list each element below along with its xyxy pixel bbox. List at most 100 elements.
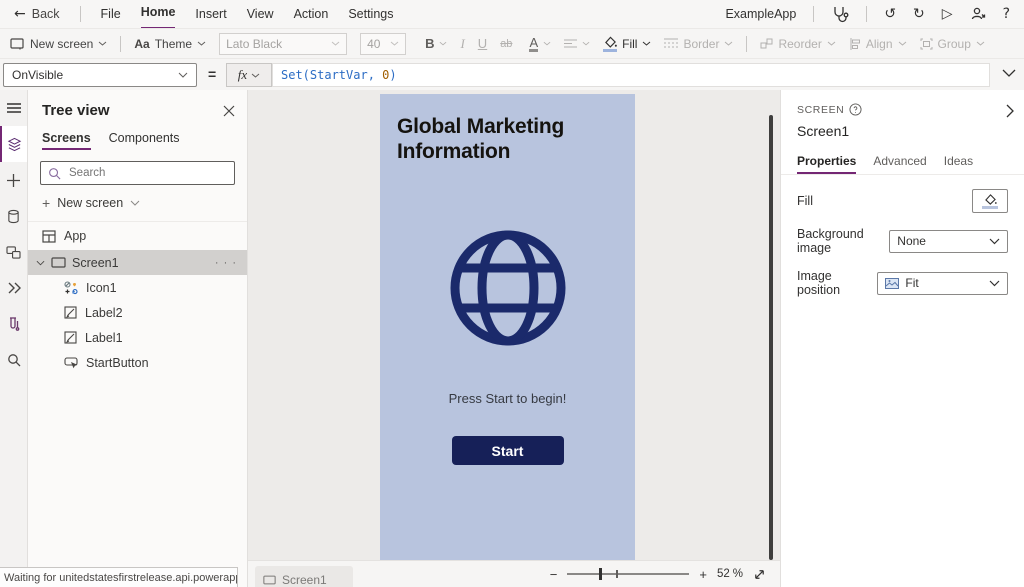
image-position-select[interactable]: Fit (877, 272, 1008, 295)
chevron-down-icon (724, 41, 733, 46)
start-button[interactable]: Start (452, 436, 564, 465)
tab-components[interactable]: Components (109, 131, 180, 150)
tree-view-icon[interactable] (0, 126, 27, 162)
tree-view-panel: Tree view Screens Components + New scree… (28, 90, 248, 587)
reorder-label: Reorder (778, 37, 821, 51)
font-size-select[interactable]: 40 (360, 33, 406, 55)
tree-item-screen1[interactable]: Screen1 · · · (28, 250, 247, 275)
icon-control-icon (64, 281, 78, 295)
tree-item-startbutton[interactable]: StartButton (28, 350, 247, 375)
collapse-panel-icon[interactable] (1006, 104, 1014, 118)
search-input[interactable] (67, 166, 221, 180)
align-button[interactable]: Align (849, 37, 907, 51)
image-position-label: Image position (797, 269, 877, 297)
selected-control-name: Screen1 (797, 123, 1008, 139)
hamburger-menu-icon[interactable] (0, 90, 27, 126)
fx-button[interactable]: fx (226, 63, 272, 87)
new-screen-button[interactable]: New screen (10, 37, 107, 51)
text-align-button[interactable] (564, 39, 590, 49)
play-preview-icon[interactable]: ▷ (942, 6, 953, 22)
italic-button[interactable]: I (460, 36, 464, 52)
font-color-button[interactable]: A (529, 36, 551, 52)
close-icon[interactable] (223, 105, 235, 117)
back-button[interactable]: ← Back (14, 6, 60, 22)
fill-color-button[interactable] (972, 189, 1008, 213)
zoom-value: 52 (717, 568, 730, 580)
reorder-button[interactable]: Reorder (760, 37, 835, 51)
formula-bar: OnVisible = fx Set(StartVar, 0) (0, 58, 1024, 92)
chevron-down-icon (827, 41, 836, 46)
font-family-value: Lato Black (226, 37, 282, 51)
font-family-select[interactable]: Lato Black (219, 33, 347, 55)
fill-button[interactable]: Fill (603, 36, 651, 52)
border-button[interactable]: Border (664, 37, 733, 51)
tree-item-app[interactable]: App (28, 222, 247, 250)
theme-aa-icon: Aa (134, 37, 149, 51)
group-button[interactable]: Group (920, 37, 985, 51)
tests-icon[interactable] (0, 306, 27, 342)
canvas-subtitle-label[interactable]: Press Start to begin! (380, 391, 635, 406)
menu-view[interactable]: View (247, 0, 274, 28)
undo-icon[interactable]: ↺ (884, 6, 896, 22)
bold-button[interactable]: B (425, 36, 447, 51)
formula-input[interactable]: Set(StartVar, 0) (272, 63, 990, 87)
background-image-select[interactable]: None (889, 230, 1008, 253)
label-icon (64, 306, 77, 319)
selected-type-label: SCREEN (797, 104, 844, 116)
menu-insert[interactable]: Insert (195, 0, 226, 28)
help-circle-icon[interactable] (849, 103, 862, 116)
equals-sign: = (208, 66, 216, 82)
menu-home[interactable]: Home (141, 0, 176, 29)
menu-file[interactable]: File (101, 0, 121, 28)
tree-item-label1[interactable]: Label1 (28, 325, 247, 350)
strikethrough-button[interactable]: ab (500, 38, 512, 50)
new-screen-tree-button[interactable]: + New screen (28, 185, 247, 219)
label-icon (64, 331, 77, 344)
chevron-down-icon (898, 41, 907, 46)
tree-item-label2[interactable]: Label2 (28, 300, 247, 325)
reorder-icon (760, 38, 773, 50)
share-user-icon[interactable] (970, 6, 986, 22)
media-icon[interactable] (0, 234, 27, 270)
new-screen-tree-label: New screen (57, 196, 123, 210)
zoom-out-button[interactable]: − (550, 567, 558, 582)
chevron-down-icon (642, 41, 651, 46)
menu-settings[interactable]: Settings (348, 0, 393, 28)
menu-action[interactable]: Action (294, 0, 329, 28)
more-options-icon[interactable]: · · · (215, 257, 247, 269)
theme-button[interactable]: Aa Theme (134, 37, 206, 51)
property-select[interactable]: OnVisible (3, 63, 197, 87)
button-control-icon (64, 356, 78, 369)
canvas-title-label[interactable]: Global Marketing Information (397, 115, 619, 165)
screen-breadcrumb[interactable]: Screen1 (255, 566, 353, 587)
data-sources-icon[interactable] (0, 198, 27, 234)
tab-ideas[interactable]: Ideas (944, 154, 973, 174)
chevron-down-icon (1002, 69, 1016, 77)
tab-advanced[interactable]: Advanced (873, 154, 926, 174)
search-rail-icon[interactable] (0, 342, 27, 378)
property-value: OnVisible (12, 68, 63, 82)
back-label: Back (32, 7, 60, 21)
formula-expand-button[interactable] (1002, 69, 1016, 77)
globe-icon[interactable] (447, 227, 569, 349)
zoom-in-button[interactable]: + (699, 567, 707, 582)
canvas-scrollbar[interactable] (769, 115, 773, 560)
new-screen-icon (10, 38, 25, 50)
status-text: Waiting for unitedstatesfirstrelease.api… (4, 572, 238, 584)
tab-properties[interactable]: Properties (797, 154, 856, 174)
app-checker-icon[interactable] (831, 5, 849, 23)
zoom-percentage: 52 % (717, 568, 743, 580)
browser-status-tooltip: Waiting for unitedstatesfirstrelease.api… (0, 567, 238, 587)
chevron-down-icon (439, 41, 447, 46)
redo-icon[interactable]: ↻ (913, 6, 925, 22)
help-icon[interactable]: ? (1003, 6, 1010, 22)
power-automate-icon[interactable] (0, 270, 27, 306)
zoom-slider[interactable] (567, 573, 689, 575)
tab-screens[interactable]: Screens (42, 131, 91, 150)
insert-plus-icon[interactable] (0, 162, 27, 198)
zoom-slider-handle[interactable] (599, 568, 602, 580)
tree-item-icon1[interactable]: Icon1 (28, 275, 247, 300)
underline-button[interactable]: U (478, 36, 487, 51)
fit-to-window-icon[interactable] (753, 568, 766, 581)
app-canvas-screen1[interactable]: Global Marketing Information Press Start… (380, 94, 635, 560)
